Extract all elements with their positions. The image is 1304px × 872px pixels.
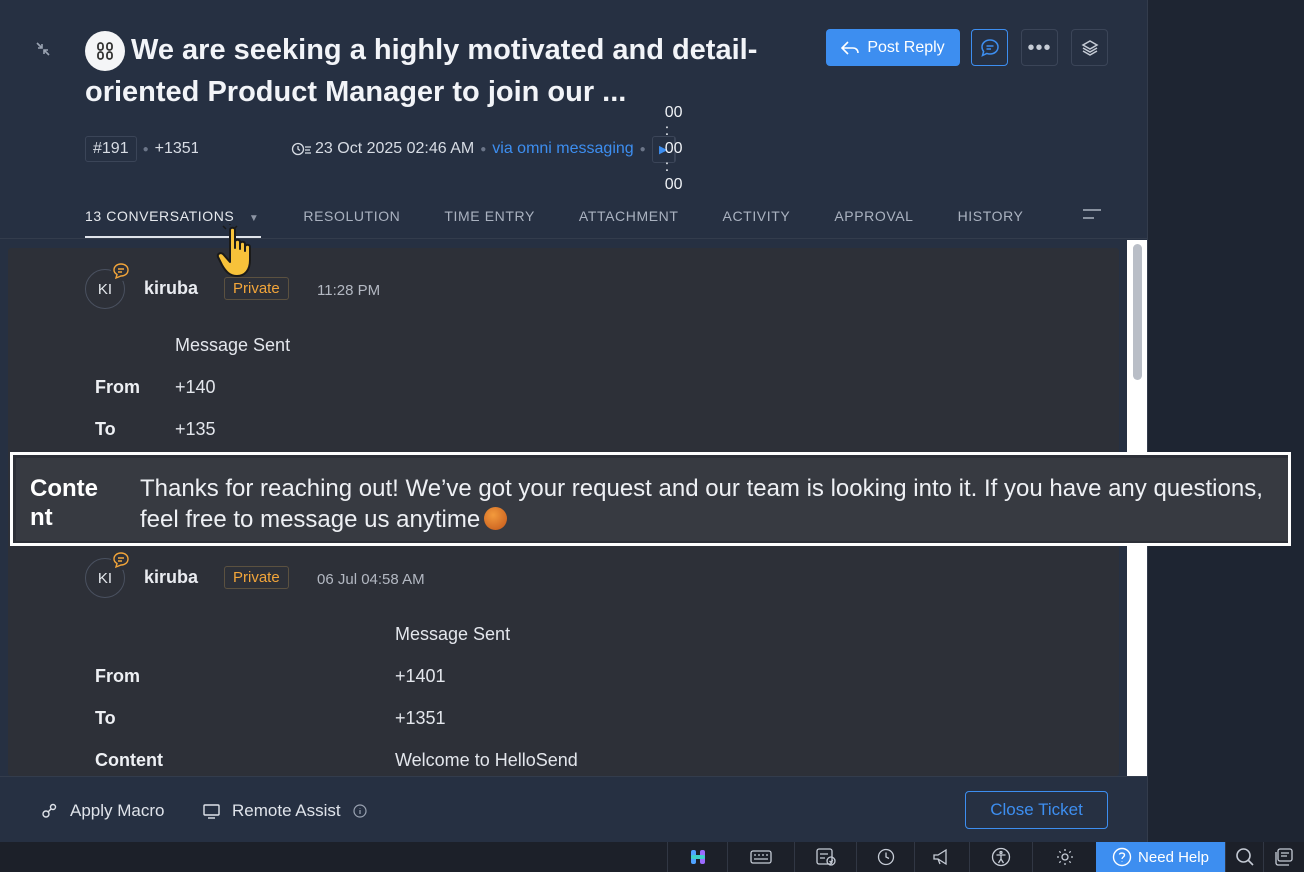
remote-assist-button[interactable]: Remote Assist (203, 801, 367, 821)
ticket-detail-panel: We are seeking a highly motivated and de… (0, 0, 1147, 872)
keyboard-icon[interactable] (727, 842, 794, 872)
history-clock-icon[interactable] (856, 842, 914, 872)
need-help-label: Need Help (1138, 848, 1209, 866)
ticket-meta-row: #191 ● +1351 (85, 135, 200, 163)
layers-button[interactable] (1071, 29, 1108, 66)
ticket-id[interactable]: #191 (85, 136, 137, 162)
theme-sun-icon[interactable] (1032, 842, 1096, 872)
timer: ▶ 00 : 00 : 00 (651, 104, 683, 193)
from-label: From (95, 666, 140, 686)
help-icon (1112, 847, 1132, 867)
conversation-toggle-button[interactable] (971, 29, 1008, 66)
content-value: Welcome to HelloSend (395, 750, 578, 770)
channel-link[interactable]: via omni messaging (492, 140, 633, 158)
side-panel (1147, 0, 1304, 842)
timer-value: 00 : 00 : 00 (664, 104, 683, 193)
macro-icon (42, 803, 57, 818)
accessibility-icon[interactable] (969, 842, 1032, 872)
separator-dot: ● (142, 143, 149, 155)
to-label: To (95, 419, 116, 439)
info-icon[interactable] (353, 804, 367, 818)
message-time: 11:28 PM (317, 282, 381, 299)
collapse-icon[interactable] (34, 40, 52, 58)
tab-label: 13 CONVERSATIONS (85, 208, 235, 224)
bottom-toolbar: Need Help (0, 842, 1304, 872)
private-note-icon (111, 550, 131, 570)
chevron-down-icon: ▼ (248, 213, 260, 224)
need-help-button[interactable]: Need Help (1096, 842, 1225, 872)
tab-divider (0, 238, 1147, 239)
from-value: +140 (175, 377, 216, 397)
monitor-icon (203, 803, 220, 819)
ticket-title: We are seeking a highly motivated and de… (85, 34, 758, 108)
content-label: Conte nt (30, 475, 98, 531)
smile-emoji-icon (484, 507, 508, 530)
sort-menu-icon[interactable] (1082, 208, 1102, 220)
tab-activity[interactable]: ACTIVITY (723, 208, 791, 224)
private-badge: Private (224, 277, 289, 300)
content-value: Thanks for reaching out! We’ve got your … (140, 473, 1280, 535)
tab-time-entry[interactable]: TIME ENTRY (444, 208, 535, 224)
reply-icon (841, 40, 860, 55)
private-note-icon (111, 261, 131, 281)
message-time: 06 Jul 04:58 AM (317, 571, 425, 588)
tab-history[interactable]: HISTORY (958, 208, 1024, 224)
ticket-footer: Apply Macro Remote Assist Close Ticket (0, 776, 1147, 842)
hellosend-app-icon[interactable] (667, 842, 727, 872)
ticket-meta-row-2: 23 Oct 2025 02:46 AM ● via omni messagin… (291, 104, 683, 193)
more-icon: ••• (1027, 36, 1052, 59)
announcement-icon[interactable] (914, 842, 969, 872)
content-label: Content (95, 750, 163, 770)
close-ticket-button[interactable]: Close Ticket (965, 791, 1108, 829)
to-value: +135 (175, 419, 216, 439)
remote-assist-label: Remote Assist (232, 801, 341, 820)
tab-resolution[interactable]: RESOLUTION (303, 208, 400, 224)
notifications-icon[interactable] (1263, 842, 1304, 872)
post-reply-button[interactable]: Post Reply (826, 29, 960, 66)
from-label: From (95, 377, 140, 397)
layers-icon (1080, 39, 1099, 56)
separator-dot: ● (480, 143, 487, 155)
chat-icon (980, 38, 999, 57)
apply-macro-label: Apply Macro (70, 801, 165, 820)
private-badge: Private (224, 566, 289, 589)
from-value: +1401 (395, 666, 446, 686)
scrollbar-thumb[interactable] (1133, 244, 1142, 380)
content-text: Thanks for reaching out! We’ve got your … (140, 475, 1263, 533)
redacted-area (198, 128, 274, 172)
message-author[interactable]: kiruba (144, 278, 198, 299)
message-heading: Message Sent (175, 335, 291, 355)
message-heading: Message Sent (395, 624, 511, 644)
to-label: To (95, 708, 116, 728)
highlight-body: Conte nt Thanks for reaching out! We’ve … (16, 458, 1288, 541)
message-author[interactable]: kiruba (144, 567, 198, 588)
tasks-icon[interactable] (794, 842, 856, 872)
post-reply-label: Post Reply (867, 38, 945, 56)
apply-macro-button[interactable]: Apply Macro (40, 801, 164, 821)
content-zoom-highlight: Conte nt Thanks for reaching out! We’ve … (10, 452, 1291, 546)
ticket-phone[interactable]: +1351 (155, 140, 200, 158)
clock-icon (291, 142, 311, 156)
hand-cursor-icon (216, 224, 251, 277)
separator-dot: ● (639, 143, 646, 155)
created-time: 23 Oct 2025 02:46 AM (315, 140, 475, 157)
tab-approval[interactable]: APPROVAL (834, 208, 913, 224)
tab-attachment[interactable]: ATTACHMENT (579, 208, 679, 224)
to-value: +1351 (395, 708, 446, 728)
more-options-button[interactable]: ••• (1021, 29, 1058, 66)
search-icon[interactable] (1225, 842, 1263, 872)
tab-conversations[interactable]: 13 CONVERSATIONS ▼ (85, 208, 259, 224)
